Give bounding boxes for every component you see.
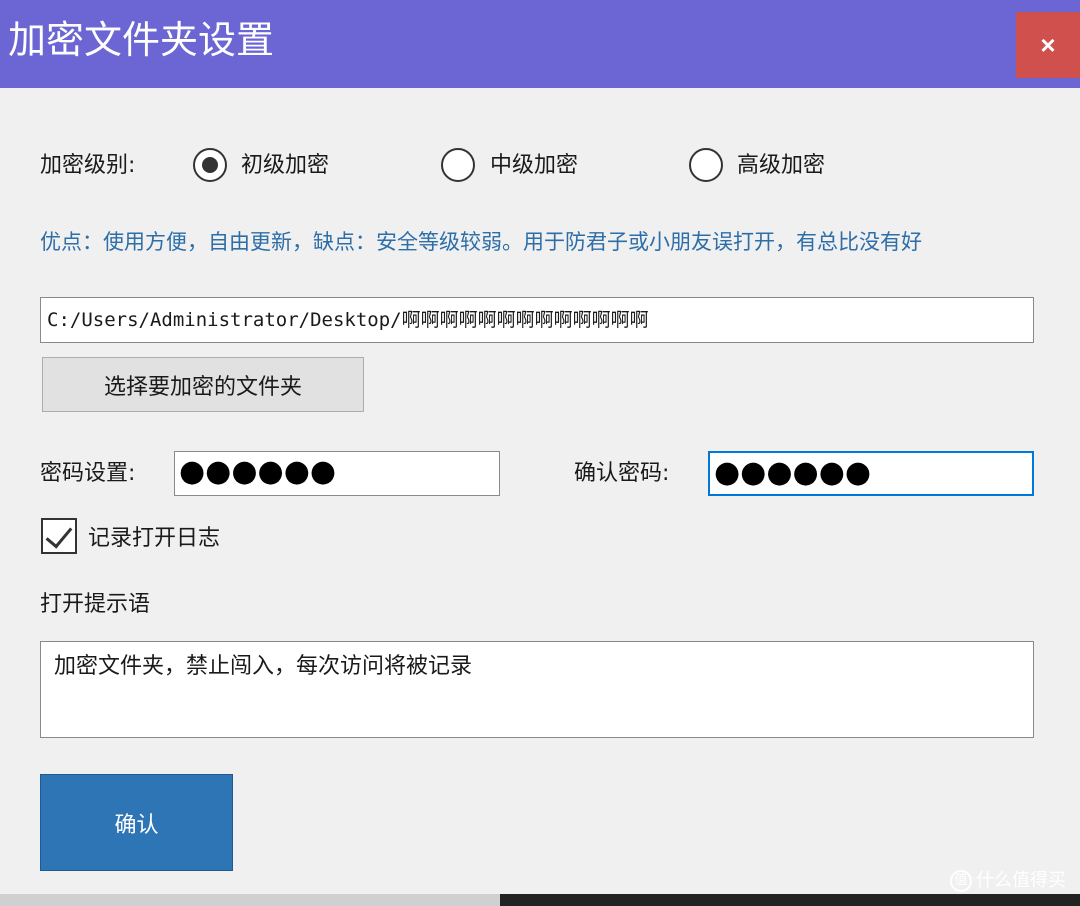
radio-basic-encryption[interactable] (193, 148, 227, 182)
confirm-password-input[interactable]: ●●●●●● (708, 451, 1034, 496)
folder-path-input[interactable]: C:/Users/Administrator/Desktop/啊啊啊啊啊啊啊啊啊… (40, 297, 1034, 343)
encryption-level-label: 加密级别: (40, 153, 136, 178)
radio-medium-label: 中级加密 (490, 153, 579, 178)
select-folder-button[interactable]: 选择要加密的文件夹 (42, 357, 364, 412)
radio-medium-encryption[interactable] (441, 148, 475, 182)
watermark-text: 什么值得买 (976, 870, 1066, 891)
hint-label: 打开提示语 (40, 592, 151, 617)
watermark: 值什么值得买 (950, 868, 1066, 894)
close-icon: × (1040, 29, 1056, 60)
hint-textarea[interactable]: 加密文件夹，禁止闯入，每次访问将被记录 (40, 641, 1034, 738)
window-title: 加密文件夹设置 (8, 18, 275, 62)
password-label: 密码设置: (40, 461, 136, 486)
watermark-logo-icon: 值 (950, 870, 972, 892)
log-checkbox[interactable] (41, 518, 77, 554)
confirm-button[interactable]: 确认 (40, 774, 233, 871)
bottom-strip (0, 894, 1080, 906)
level-description: 优点：使用方便，自由更新，缺点：安全等级较弱。用于防君子或小朋友误打开，有总比没… (40, 230, 922, 254)
radio-advanced-label: 高级加密 (737, 153, 826, 178)
close-button[interactable]: × (1016, 12, 1080, 78)
password-input[interactable]: ●●●●●● (174, 451, 500, 496)
log-checkbox-label: 记录打开日志 (88, 526, 221, 551)
radio-basic-label: 初级加密 (241, 153, 330, 178)
confirm-password-label: 确认密码: (574, 461, 670, 486)
bottom-strip-dark (500, 894, 1080, 906)
title-bar: 加密文件夹设置 × (0, 0, 1080, 88)
radio-advanced-encryption[interactable] (689, 148, 723, 182)
